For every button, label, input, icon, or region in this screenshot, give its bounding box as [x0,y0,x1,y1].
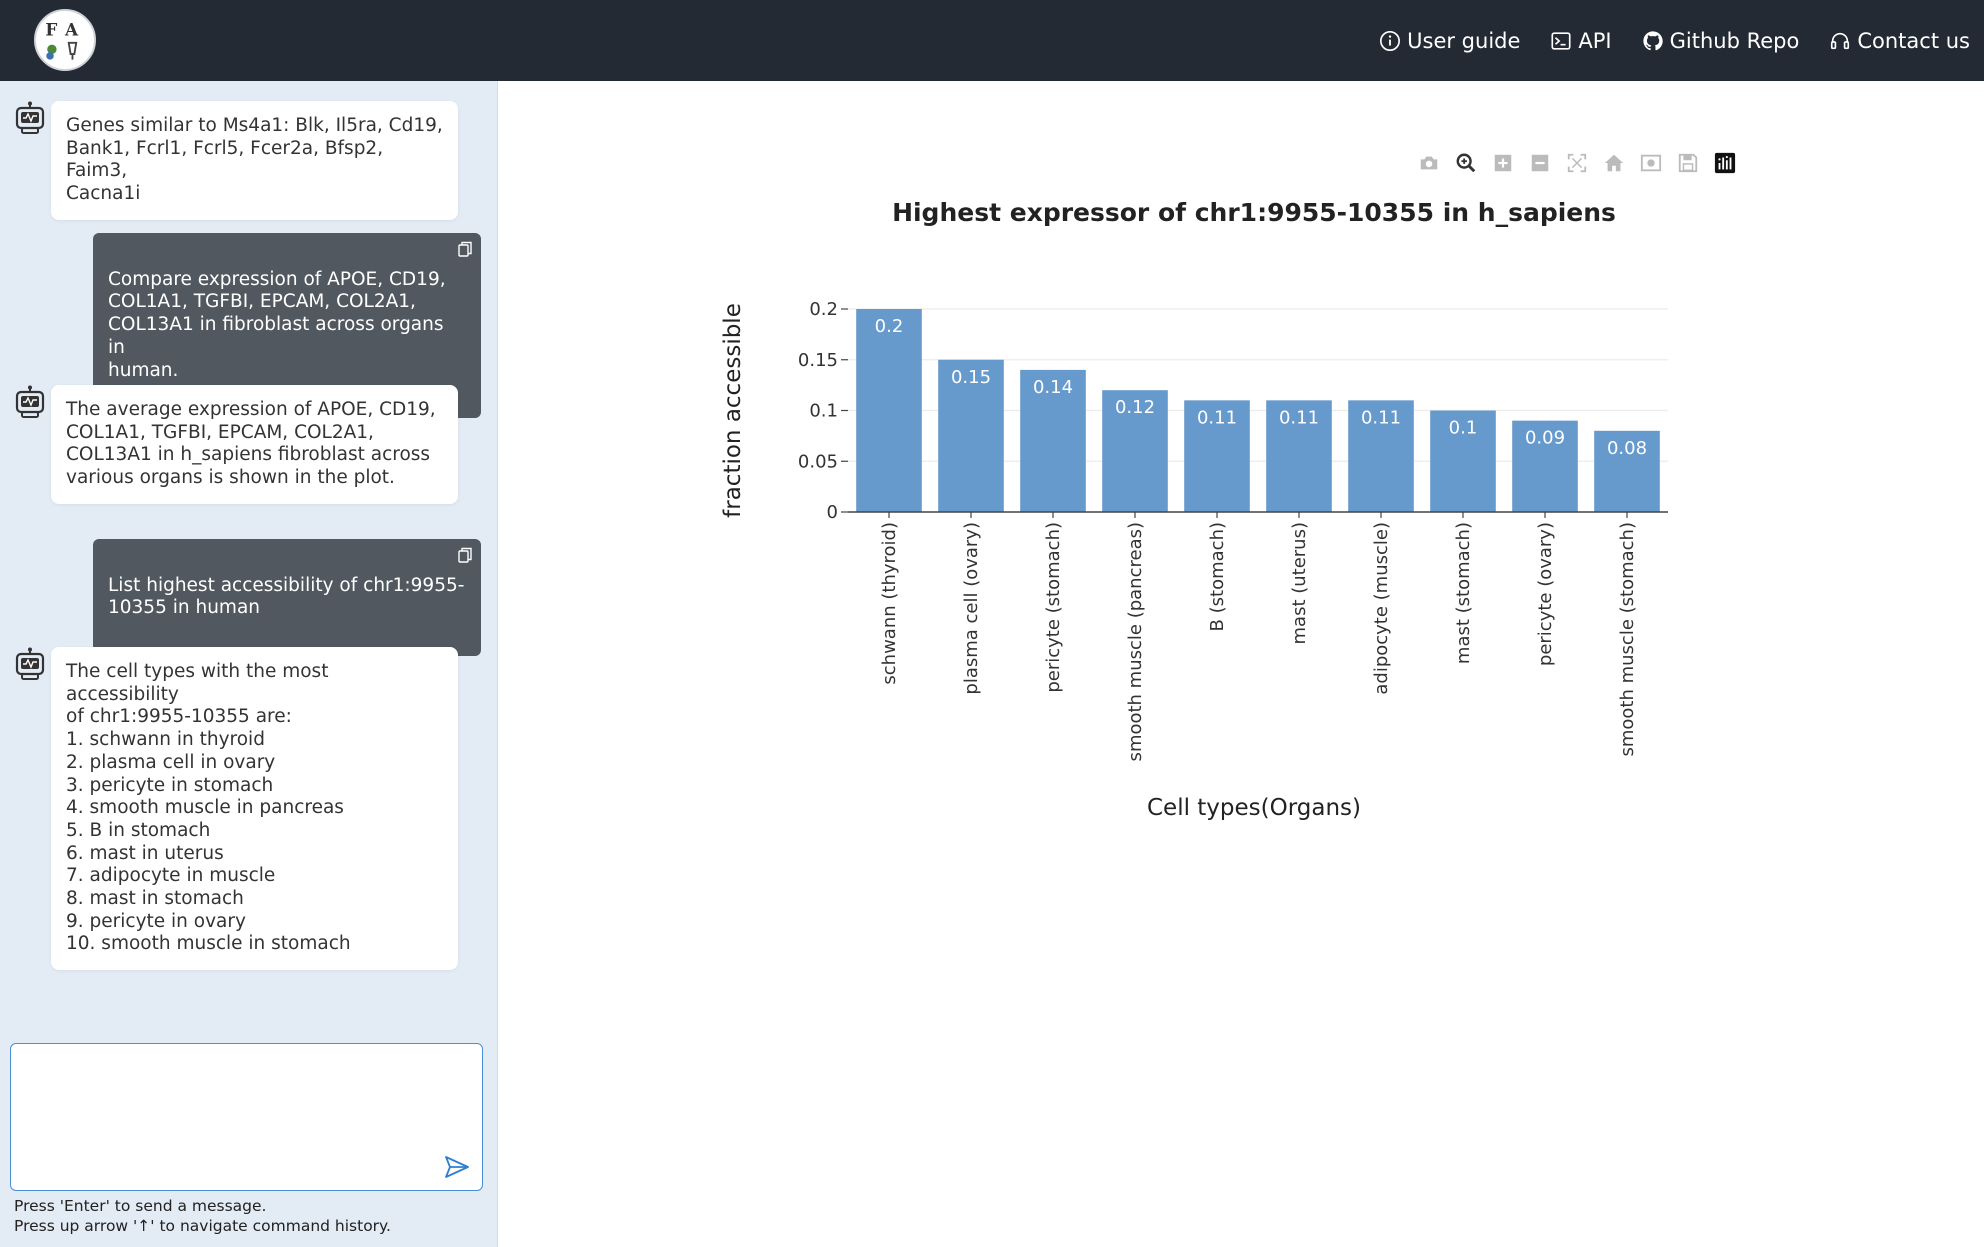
robot-icon [15,647,45,680]
y-tick-label: 0.2 [809,299,838,320]
bar [856,309,922,512]
nav-github-repo[interactable]: Github Repo [1642,28,1800,53]
github-icon [1643,30,1663,50]
headset-icon [1831,32,1850,49]
plotly-logo-icon [1714,152,1735,174]
bar-value-label: 0.14 [1033,377,1073,398]
x-tick-label: mast (uterus) [1289,522,1310,645]
snapshot-button[interactable] [1632,150,1669,176]
nav-github-label: Github Repo [1669,28,1800,53]
x-tick-label: plasma cell (ovary) [961,522,982,695]
y-tick-label: 0.1 [809,401,838,422]
logo-icon: F A [45,19,79,60]
svg-text:A: A [64,19,79,39]
x-tick-label: smooth muscle (stomach) [1617,522,1638,757]
chart-title: Highest expressor of chr1:9955-10355 in … [892,198,1616,227]
bot-message-2: The average expression of APOE, CD19, CO… [51,385,458,504]
chart-modebar [1410,150,1743,176]
y-axis-label: fraction accessible [720,303,746,518]
nav-user-guide[interactable]: User guide [1379,29,1520,53]
x-tick-label: B (stomach) [1207,522,1228,631]
zoom-button[interactable] [1447,150,1484,176]
x-tick-label: adipocyte (muscle) [1371,522,1392,695]
nav-contact-us[interactable]: Contact us [1829,29,1970,53]
y-tick-label: 0.05 [798,451,838,472]
bar-value-label: 0.15 [951,367,991,388]
zoom-out-icon [1531,154,1548,172]
y-tick-label: 0 [827,502,838,523]
message-input[interactable] [11,1044,482,1190]
bar-value-label: 0.11 [1361,407,1401,428]
reset-axes-button[interactable] [1595,150,1632,176]
zoom-out-button[interactable] [1521,150,1558,176]
svg-text:F: F [45,19,57,39]
copy-icon[interactable] [458,547,472,563]
user-message-2: List highest accessibility of chr1:9955-… [93,539,481,656]
bar-value-label: 0.2 [875,316,904,337]
chat-input-box[interactable] [10,1043,483,1191]
bot-message-1: Genes similar to Ms4a1: Blk, Il5ra, Cd19… [51,101,458,220]
info-circle-icon [1380,30,1401,51]
bar-value-label: 0.1 [1449,418,1478,439]
camera-icon [1420,156,1437,170]
copy-icon[interactable] [458,241,472,257]
bar-value-label: 0.12 [1115,397,1155,418]
user-message-1-text: Compare expression of APOE, CD19, COL1A1… [108,268,446,381]
hint-enter: Press 'Enter' to send a message. [14,1197,267,1215]
zoom-in-icon [1494,154,1511,172]
nav-api[interactable]: API [1550,28,1612,53]
y-axis-ticks: 0 0.05 0.1 0.15 0.2 [798,299,848,523]
snapshot-icon [1640,154,1661,172]
robot-icon [15,101,45,134]
save-icon [1678,153,1697,173]
bar-value-label: 0.11 [1279,407,1319,428]
bar-value-label: 0.11 [1197,407,1237,428]
chat-sidebar: Genes similar to Ms4a1: Blk, Il5ra, Cd19… [0,81,498,1247]
send-icon[interactable] [444,1154,470,1180]
robot-icon [15,385,45,418]
app-logo[interactable]: F A [34,9,96,71]
home-icon [1604,154,1623,172]
autoscale-button[interactable] [1558,150,1595,176]
zoom-icon [1456,153,1475,173]
download-png-button[interactable] [1410,150,1447,176]
x-tick-label: pericyte (ovary) [1535,522,1556,666]
bar-value-label: 0.09 [1525,428,1565,449]
bar-chart: Highest expressor of chr1:9955-10355 in … [720,198,1668,821]
user-message-2-text: List highest accessibility of chr1:9955-… [108,574,465,619]
bar-value-label: 0.08 [1607,438,1647,459]
nav-contact-label: Contact us [1857,28,1970,53]
x-tick-label: smooth muscle (pancreas) [1125,522,1146,761]
x-axis-label: Cell types(Organs) [1147,795,1361,821]
autoscale-icon [1567,153,1586,173]
nav-user-guide-label: User guide [1407,28,1521,53]
x-axis-ticks: schwann (thyroid) plasma cell (ovary) peri… [848,511,1668,761]
zoom-in-button[interactable] [1484,150,1521,176]
x-tick-label: mast (stomach) [1453,522,1474,664]
x-tick-label: pericyte (stomach) [1043,522,1064,693]
plotly-logo-button[interactable] [1706,150,1743,176]
hint-arrow: Press up arrow '↑' to navigate command h… [14,1217,391,1235]
terminal-icon [1551,31,1571,50]
save-button[interactable] [1669,150,1706,176]
nav-api-label: API [1578,28,1612,53]
bot-message-3: The cell types with the most accessibili… [51,647,458,971]
y-tick-label: 0.15 [798,350,838,371]
top-navbar: F A User guide API Github Repo Contact u… [0,0,1984,81]
x-tick-label: schwann (thyroid) [879,522,900,685]
